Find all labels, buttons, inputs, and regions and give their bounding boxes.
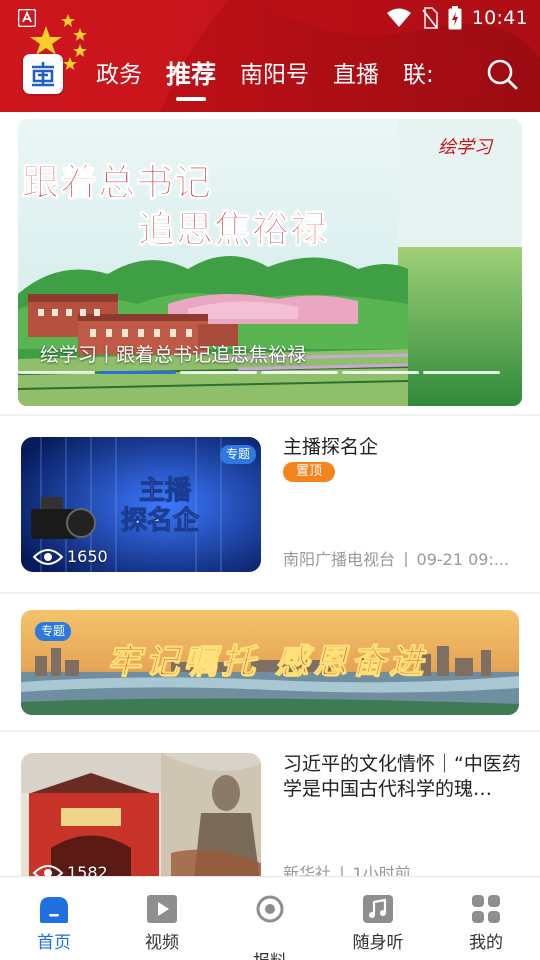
banner-headline-line2: 追思焦裕禄 — [138, 207, 328, 252]
topic-badge: 专题 — [219, 445, 256, 464]
tab-recommend[interactable]: 推荐 — [154, 53, 228, 101]
banner-headline-line1: 跟着总书记 — [22, 160, 212, 205]
view-count: 1650 — [33, 547, 108, 566]
view-count-value: 1650 — [67, 547, 108, 566]
topic-banner[interactable]: 专题 牢记嘱托 感恩奋进 — [21, 610, 519, 715]
video-thumbnail[interactable]: 主播 探名企 专题 1650 — [21, 437, 261, 572]
top-header: 10:41 政务 推荐 南阳号 直播 联: — [0, 0, 540, 112]
banner-caption: 绘学习丨跟着总书记追思焦裕禄 — [40, 344, 307, 366]
carousel-dot[interactable] — [261, 371, 338, 374]
nav-label: 报料 — [216, 947, 324, 960]
video-icon — [147, 895, 177, 923]
section-divider — [0, 592, 540, 594]
channel-tabs: 政务 推荐 南阳号 直播 联: — [84, 50, 446, 101]
clock-time: 10:41 — [471, 7, 528, 29]
item-source: 南阳广播电视台 — [283, 550, 396, 569]
pinned-badge: 置顶 — [283, 462, 335, 482]
nav-video[interactable]: 视频 — [108, 877, 216, 960]
carousel-dot[interactable] — [180, 371, 257, 374]
section-divider — [0, 414, 540, 416]
svg-text:探名企: 探名企 — [121, 505, 200, 536]
search-icon[interactable] — [486, 58, 518, 90]
hero-banner[interactable]: 跟着总书记 追思焦裕禄 绘学习 绘学习丨跟着总书记追思焦裕禄 — [18, 119, 522, 406]
home-icon — [40, 897, 68, 923]
status-right: 10:41 — [386, 6, 528, 30]
nav-label: 随身听 — [352, 933, 404, 953]
carousel-dot[interactable] — [342, 371, 419, 374]
article-thumbnail[interactable]: 1582 — [21, 753, 261, 888]
section-divider — [0, 730, 540, 732]
nav-label: 视频 — [145, 933, 179, 953]
tab-label: 政务 — [96, 62, 142, 88]
topic-banner-text: 牢记嘱托 感恩奋进 — [107, 642, 427, 683]
mine-icon — [472, 895, 500, 923]
carousel-dot[interactable] — [423, 371, 500, 374]
tab-politics[interactable]: 政务 — [84, 53, 154, 97]
tab-label: 联: — [403, 62, 434, 88]
app-screen: 10:41 政务 推荐 南阳号 直播 联: 跟着总书记 追思焦裕禄 绘学习 绘学… — [0, 0, 540, 960]
nav-listen[interactable]: 随身听 — [324, 877, 432, 960]
battery-charging-icon — [448, 6, 462, 30]
app-logo[interactable] — [23, 54, 63, 94]
carousel-dot[interactable] — [18, 371, 95, 374]
nav-label: 首页 — [37, 933, 71, 953]
logo-icon — [32, 62, 54, 87]
tab-live[interactable]: 直播 — [321, 53, 391, 97]
nav-report[interactable]: 报料 — [216, 877, 324, 960]
tab-scroll-fade — [438, 50, 478, 98]
carousel-dot[interactable] — [99, 371, 176, 374]
banner-brand-mark: 绘学习 — [438, 137, 492, 158]
item-title[interactable]: 习近平的文化情怀｜“中医药学是中国古代科学的瑰… — [283, 752, 523, 802]
svg-text:主播: 主播 — [139, 476, 192, 506]
no-sim-icon — [422, 7, 438, 29]
item-meta: 南阳广播电视台 09-21 09:... — [283, 546, 523, 570]
nav-mine[interactable]: 我的 — [432, 877, 540, 960]
tab-label: 直播 — [333, 62, 380, 88]
tab-nanyang-hao[interactable]: 南阳号 — [228, 53, 321, 97]
tab-label: 南阳号 — [240, 62, 310, 88]
bottom-navigation: 首页 视频 报料 随身听 — [0, 876, 540, 960]
nav-label: 我的 — [469, 933, 503, 953]
tab-label: 推荐 — [166, 60, 217, 89]
report-icon — [256, 895, 284, 923]
eye-icon — [33, 548, 63, 565]
item-title[interactable]: 主播探名企 — [283, 435, 523, 460]
carousel-indicators — [18, 371, 522, 375]
active-tab-indicator — [176, 97, 206, 101]
music-icon — [363, 895, 393, 923]
wifi-icon — [386, 8, 411, 27]
app-notification-icon — [18, 9, 36, 27]
topic-badge: 专题 — [35, 622, 72, 641]
meta-separator — [405, 552, 407, 567]
nav-home[interactable]: 首页 — [0, 877, 108, 960]
item-time: 09-21 09:... — [416, 550, 510, 569]
status-bar: 10:41 — [0, 0, 540, 36]
